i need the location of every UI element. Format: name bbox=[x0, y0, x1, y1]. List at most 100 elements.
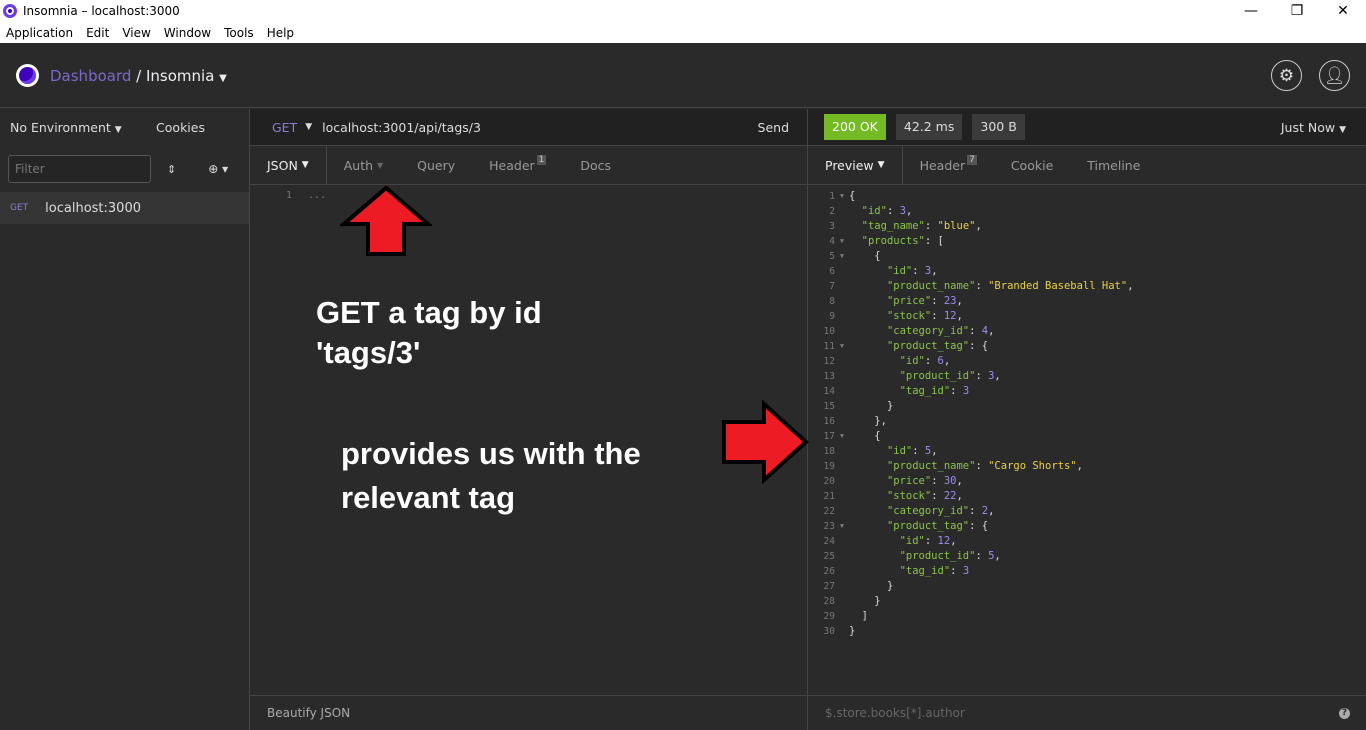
json-token: : bbox=[975, 370, 989, 382]
code-text: "price": 30, bbox=[849, 474, 963, 489]
fold-gutter bbox=[835, 204, 849, 219]
fold-toggle-icon[interactable]: ▼ bbox=[835, 519, 849, 534]
fold-gutter bbox=[835, 444, 849, 459]
fold-gutter bbox=[835, 594, 849, 609]
environment-dropdown[interactable]: No Environment ▼ bbox=[10, 120, 122, 135]
chevron-down-icon: ▼ bbox=[114, 125, 122, 135]
account-user-icon[interactable]: 👤︎ bbox=[1319, 60, 1350, 91]
insomnia-logo-icon bbox=[16, 64, 39, 87]
request-method: GET bbox=[10, 203, 29, 213]
send-button[interactable]: Send bbox=[758, 120, 789, 135]
tab-label: Auth bbox=[343, 157, 374, 173]
request-item[interactable]: GET localhost:3000 bbox=[0, 192, 249, 224]
json-token: , bbox=[994, 550, 1001, 562]
json-token: : bbox=[931, 490, 944, 502]
filter-input[interactable] bbox=[8, 155, 151, 183]
json-token: : bbox=[975, 280, 989, 292]
json-token: 3 bbox=[962, 385, 970, 397]
line-number: 8 bbox=[829, 296, 835, 307]
fold-gutter bbox=[835, 414, 849, 429]
fold-toggle-icon[interactable]: ▼ bbox=[835, 249, 849, 264]
menu-application[interactable]: Application bbox=[6, 26, 73, 40]
cookies-button[interactable]: Cookies bbox=[156, 120, 205, 135]
header-count-badge: 1 bbox=[536, 155, 547, 165]
line-number: 4 bbox=[829, 236, 835, 247]
menu-edit[interactable]: Edit bbox=[86, 26, 109, 40]
json-token: : bbox=[975, 460, 989, 472]
fold-gutter bbox=[835, 534, 849, 549]
code-text: "id": 6, bbox=[849, 354, 951, 369]
code-line: 19 "product_name": "Cargo Shorts", bbox=[808, 459, 1366, 474]
help-icon[interactable]: ? bbox=[1339, 707, 1350, 719]
menu-tools[interactable]: Tools bbox=[224, 26, 254, 40]
json-token: "price" bbox=[886, 475, 932, 487]
tab-header[interactable]: Header 1 bbox=[472, 146, 563, 185]
code-text: "price": 23, bbox=[849, 294, 963, 309]
line-number: 1 bbox=[829, 191, 835, 202]
fold-toggle-icon[interactable]: ▼ bbox=[835, 339, 849, 354]
menu-help[interactable]: Help bbox=[267, 26, 294, 40]
fold-toggle-icon[interactable]: ▼ bbox=[835, 429, 849, 444]
method-dropdown[interactable]: GET bbox=[272, 120, 297, 135]
tab-docs[interactable]: Docs bbox=[563, 146, 628, 185]
fold-toggle-icon[interactable]: ▼ bbox=[835, 234, 849, 249]
sort-icon[interactable]: ⇕ bbox=[167, 163, 176, 176]
dashboard-link[interactable]: Dashboard bbox=[50, 67, 131, 85]
fold-gutter bbox=[835, 624, 849, 639]
code-text: } bbox=[849, 579, 893, 594]
workspace-dropdown[interactable]: Insomnia bbox=[146, 67, 214, 85]
line-number: 16 bbox=[823, 416, 835, 427]
line-number: 17 bbox=[823, 431, 835, 442]
fold-gutter bbox=[835, 219, 849, 234]
fold-gutter bbox=[835, 264, 849, 279]
environment-label: No Environment bbox=[10, 120, 111, 135]
code-text: "product_name": "Branded Baseball Hat", bbox=[849, 279, 1134, 294]
json-token: 22 bbox=[943, 490, 957, 502]
json-token: , bbox=[988, 325, 995, 337]
json-token: : bbox=[924, 220, 938, 232]
tab-auth[interactable]: Auth ▼ bbox=[327, 146, 400, 185]
menu-view[interactable]: View bbox=[122, 26, 150, 40]
json-token: "id" bbox=[886, 265, 913, 277]
tab-cookie[interactable]: Cookie bbox=[994, 146, 1070, 185]
code-line: 6 "id": 3, bbox=[808, 264, 1366, 279]
json-token: : bbox=[931, 475, 944, 487]
json-token: : bbox=[924, 355, 938, 367]
code-line: 17 ▼ { bbox=[808, 429, 1366, 444]
tab-query[interactable]: Query bbox=[400, 146, 472, 185]
fold-toggle-icon[interactable]: ▼ bbox=[835, 189, 849, 204]
code-text: "product_id": 5, bbox=[849, 549, 1001, 564]
json-token: : bbox=[924, 535, 938, 547]
chevron-down-icon: ▼ bbox=[305, 122, 313, 132]
close-button[interactable]: ✕ bbox=[1320, 0, 1366, 22]
json-token: : { bbox=[969, 340, 989, 352]
line-number: 22 bbox=[823, 506, 835, 517]
tab-json[interactable]: JSON ▼ bbox=[250, 145, 327, 185]
history-dropdown[interactable]: Just Now ▼ bbox=[1281, 120, 1346, 135]
json-token: "product_name" bbox=[886, 460, 976, 472]
body-editor[interactable]: 1 ... bbox=[250, 185, 807, 201]
line-number: 23 bbox=[823, 521, 835, 532]
annotation-description: provides us with the relevant tag bbox=[341, 432, 641, 520]
beautify-json-button[interactable]: Beautify JSON bbox=[250, 695, 807, 730]
json-token: "product_name" bbox=[886, 280, 976, 292]
tab-preview[interactable]: Preview ▼ bbox=[808, 145, 903, 185]
minimize-button[interactable]: — bbox=[1228, 0, 1274, 22]
url-input[interactable]: localhost:3001/api/tags/3 bbox=[322, 120, 757, 135]
json-token: : bbox=[975, 550, 989, 562]
response-filter-input[interactable]: $.store.books[*].author bbox=[825, 706, 1339, 720]
settings-gear-icon[interactable]: ⚙ bbox=[1271, 60, 1302, 91]
menu-window[interactable]: Window bbox=[164, 26, 211, 40]
maximize-button[interactable]: ❐ bbox=[1274, 0, 1320, 22]
json-token: } bbox=[874, 595, 881, 607]
annotation-line: GET a tag by id bbox=[316, 295, 542, 330]
json-token: , bbox=[905, 205, 913, 217]
json-token: "id" bbox=[899, 355, 925, 367]
tab-timeline[interactable]: Timeline bbox=[1070, 146, 1157, 185]
add-plus-icon[interactable]: ⊕ ▾ bbox=[208, 162, 228, 176]
json-token: , bbox=[994, 370, 1001, 382]
code-line: 25 "product_id": 5, bbox=[808, 549, 1366, 564]
json-token: 23 bbox=[943, 295, 957, 307]
tab-response-header[interactable]: Header 7 bbox=[903, 146, 994, 185]
json-token: , bbox=[931, 445, 938, 457]
